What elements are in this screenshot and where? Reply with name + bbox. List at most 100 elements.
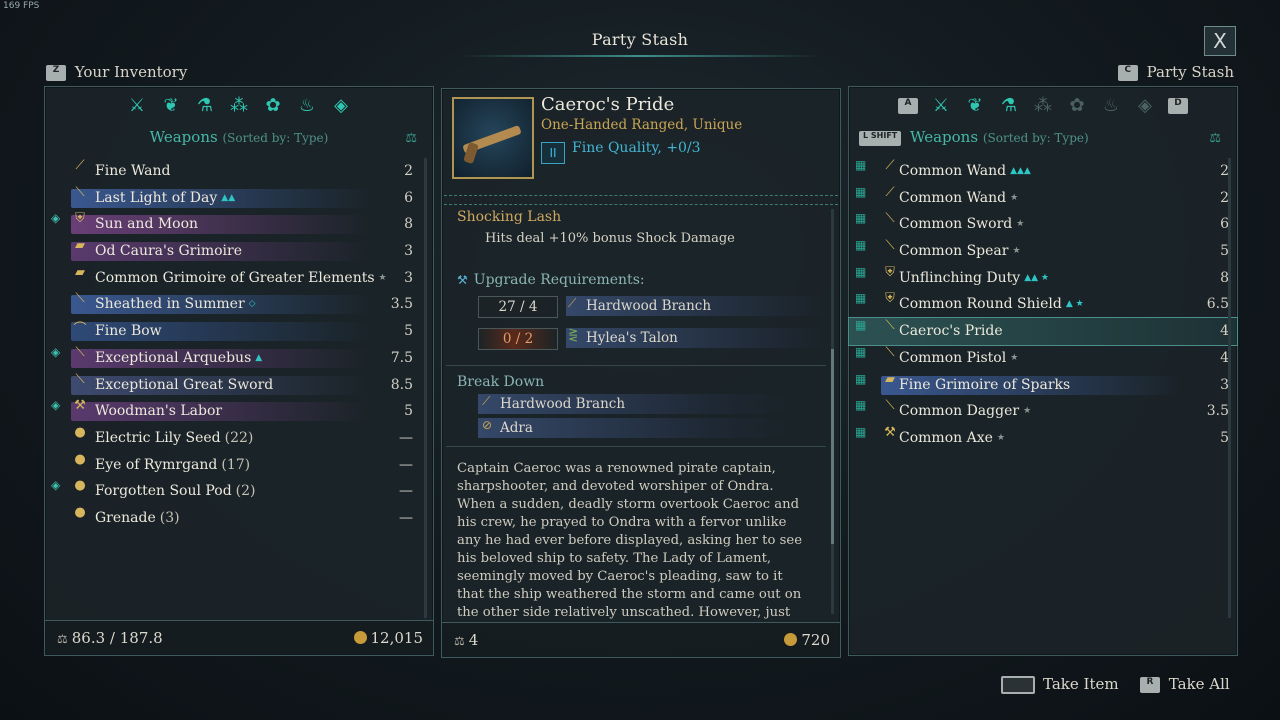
list-item[interactable]: ⟋ Fine Wand 2 — [45, 158, 433, 185]
list-item[interactable]: ▦ ⟍ Common Sword ★ 6 — [849, 211, 1237, 238]
item-name-label: Eye of Rymrgand — [95, 456, 218, 473]
item-name: Sheathed in Summer ◇ — [95, 291, 256, 318]
branch-icon: ⟋ — [568, 296, 577, 310]
take-all-label: Take All — [1168, 675, 1230, 693]
talon-icon: ⋛ — [568, 328, 579, 342]
armor-category-icon[interactable]: ❦ — [964, 95, 986, 117]
list-item[interactable]: ⟍ Sheathed in Summer ◇ 3.5 — [45, 291, 433, 318]
breakdown-item-label: Hardwood Branch — [500, 396, 626, 412]
list-item[interactable]: ▦ ⟍ Common Pistol ★ 4 — [849, 345, 1237, 372]
list-item[interactable]: ▦ ⛨ Common Round Shield ▲ ★ 6.5 — [849, 291, 1237, 318]
stash-chest-icon: ▦ — [855, 371, 867, 386]
list-item[interactable]: ▦ ⟍ Common Dagger ★ 3.5 — [849, 398, 1237, 425]
item-name: Grenade (3) — [95, 505, 180, 532]
crafting-category-icon[interactable]: ✿ — [1066, 95, 1088, 117]
upgrade-tag-icon: ★ — [1010, 352, 1019, 363]
item-count: (17) — [221, 456, 251, 473]
lamp-category-icon[interactable]: ♨ — [296, 95, 318, 117]
sort-label[interactable]: (Sorted by: Type) — [222, 131, 328, 145]
list-item[interactable]: ◈ ● Forgotten Soul Pod (2) — — [45, 478, 433, 505]
item-quality: Fine Quality, +0/3 — [572, 140, 701, 156]
weapons-category-icon[interactable]: ⚔ — [126, 95, 148, 117]
item-weight: 5 — [404, 403, 413, 420]
upgrade-tag-icon: ★ — [1010, 192, 1019, 203]
stash-chest-icon: ▦ — [855, 211, 867, 226]
list-item[interactable]: ⟍ Exceptional Great Sword 8.5 — [45, 372, 433, 399]
your-inventory-tab[interactable]: Z Your Inventory — [46, 63, 187, 81]
wand-icon: ⟋ — [885, 184, 895, 200]
detail-scroll-thumb[interactable] — [831, 349, 834, 544]
stash-chest-icon: ▦ — [855, 318, 867, 333]
crafting-category-icon[interactable]: ✿ — [262, 95, 284, 117]
list-item[interactable]: ▦ ⟍ Common Spear ★ 5 — [849, 238, 1237, 265]
item-weight: 2 — [404, 163, 413, 179]
inventory-scrollbar[interactable] — [424, 158, 427, 618]
list-item[interactable]: ▦ ⚒ Common Axe ★ 5 — [849, 425, 1237, 452]
dagger-icon: ⟍ — [885, 398, 895, 414]
requirement-item: ⟋ Hardwood Branch — [566, 296, 826, 316]
item-name: Common Sword ★ — [899, 211, 1024, 238]
list-item[interactable]: ▦ ⛨ Unflinching Duty ▲▲ ★ 8 — [849, 265, 1237, 292]
item-count: (2) — [235, 483, 256, 500]
armor-category-icon[interactable]: ❦ — [160, 95, 182, 117]
item-name-label: Forgotten Soul Pod — [95, 483, 232, 500]
item-weight: 6 — [404, 189, 413, 206]
upgrade-tag-icon: ◇ — [248, 299, 256, 310]
item-value: 720 — [801, 631, 830, 649]
fps-counter: 169 FPS — [3, 1, 40, 11]
list-item[interactable]: ● Electric Lily Seed (22) — — [45, 425, 433, 452]
breakdown-item: ⟋ Hardwood Branch — [478, 394, 790, 414]
divider — [446, 446, 826, 447]
item-name-label: Exceptional Great Sword — [95, 376, 274, 393]
requirement-row: 27 / 4 ⟋ Hardwood Branch — [478, 296, 826, 318]
detail-scrollbar[interactable] — [831, 209, 834, 614]
take-item-button[interactable]: Take Item — [1001, 675, 1119, 694]
close-button[interactable]: X — [1204, 26, 1236, 56]
consumables-category-icon[interactable]: ⚗ — [998, 95, 1020, 117]
list-item[interactable]: ● Grenade (3) — — [45, 505, 433, 532]
item-name-label: Last Light of Day — [95, 189, 218, 206]
stash-scrollbar[interactable] — [1228, 158, 1231, 618]
list-item[interactable]: ▦ ⟋ Common Wand ▲▲▲ 2 — [849, 158, 1237, 185]
item-name: Common Round Shield ▲ ★ — [899, 291, 1084, 318]
list-item[interactable]: ▦ ▰ Fine Grimoire of Sparks 3 — [849, 372, 1237, 399]
item-name: Common Pistol ★ — [899, 345, 1018, 372]
enchantment-name: Shocking Lash — [457, 209, 562, 225]
list-item[interactable]: ◈ ⚒ Woodman's Labor 5 — [45, 398, 433, 425]
sort-label[interactable]: (Sorted by: Type) — [983, 131, 1089, 145]
item-weight: 3.5 — [1206, 403, 1229, 420]
upgrade-tag-icon: ★ — [1016, 219, 1025, 230]
party-stash-tab[interactable]: C Party Stash — [1117, 63, 1234, 81]
list-item[interactable]: ⟍ Last Light of Day ▲▲ 6 — [45, 185, 433, 212]
requirement-count: 27 / 4 — [478, 296, 558, 318]
list-item[interactable]: ● Eye of Rymrgand (17) — — [45, 452, 433, 479]
take-all-button[interactable]: R Take All — [1140, 675, 1230, 693]
list-item[interactable]: ▦ ⟋ Common Wand ★ 2 — [849, 185, 1237, 212]
title-underline — [460, 55, 820, 57]
breakdown-header: Break Down — [457, 374, 545, 390]
coin-icon — [784, 633, 798, 646]
consumables-category-icon[interactable]: ⚗ — [194, 95, 216, 117]
ingredients-category-icon[interactable]: ⁂ — [228, 95, 250, 117]
gem-category-icon[interactable]: ◈ — [1134, 95, 1156, 117]
lamp-category-icon[interactable]: ♨ — [1100, 95, 1122, 117]
requirement-item: ⋛ Hylea's Talon — [566, 328, 826, 348]
item-name: Common Grimoire of Greater Elements ★ — [95, 265, 387, 292]
ingredients-category-icon[interactable]: ⁂ — [1032, 95, 1054, 117]
weapons-category-icon[interactable]: ⚔ — [930, 95, 952, 117]
upgrade-tag-icon: ▲ — [255, 352, 263, 363]
list-item[interactable]: ◈ ⟍ Exceptional Arquebus ▲ 7.5 — [45, 345, 433, 372]
grimoire-icon: ▰ — [75, 238, 85, 254]
list-item[interactable]: ⌒ Fine Bow 5 — [45, 318, 433, 345]
gem-category-icon[interactable]: ◈ — [330, 95, 352, 117]
quality-tier-badge: II — [541, 142, 565, 164]
list-item[interactable]: ▰ Common Grimoire of Greater Elements ★ 3 — [45, 265, 433, 292]
list-item[interactable]: ▦ ⟍ Caeroc's Pride 4 — [848, 317, 1238, 346]
stash-chest-icon: ▦ — [855, 291, 867, 306]
list-item[interactable]: ◈ ⛨ Sun and Moon 8 — [45, 211, 433, 238]
item-name-label: Common Axe — [899, 429, 993, 446]
list-item[interactable]: ▰ Od Caura's Grimoire 3 — [45, 238, 433, 265]
item-name-label: Sheathed in Summer — [95, 296, 245, 313]
favorite-diamond-icon: ◈ — [51, 344, 61, 359]
item-weight: 7.5 — [390, 349, 413, 366]
